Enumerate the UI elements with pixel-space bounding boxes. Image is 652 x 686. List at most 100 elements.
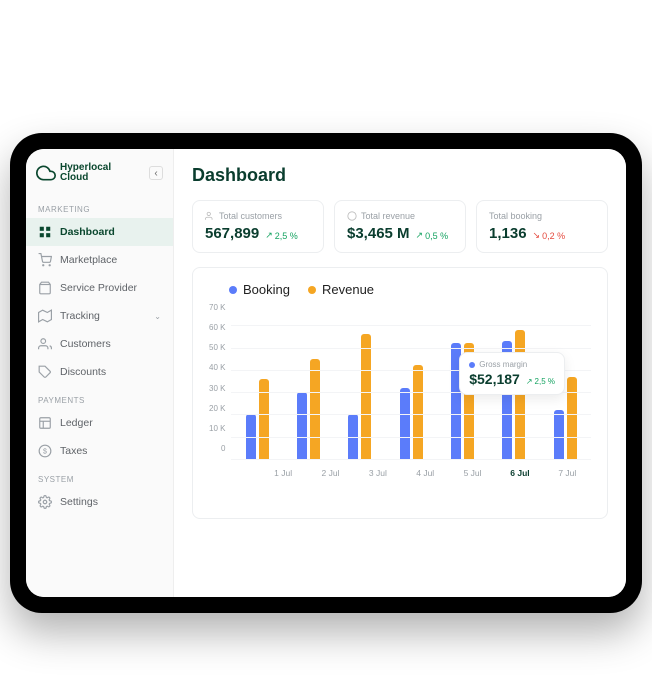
y-tick: 30 K xyxy=(209,384,225,393)
legend-booking[interactable]: Booking xyxy=(229,282,290,297)
stat-total-revenue[interactable]: Total revenue $3,465 M ↗ 0,5 % xyxy=(334,200,466,253)
tooltip-value: $52,187 xyxy=(469,371,520,387)
y-tick: 0 xyxy=(209,444,225,453)
x-tick: 5 Jul xyxy=(459,468,487,478)
sidebar-item-settings[interactable]: Settings xyxy=(26,488,173,516)
cart-icon xyxy=(38,253,52,267)
section-system: SYSTEM xyxy=(26,465,173,488)
svg-text:$: $ xyxy=(43,448,47,455)
stats-row: Total customers 567,899 ↗ 2,5 % Total re… xyxy=(192,200,608,253)
section-marketing: MARKETING xyxy=(26,195,173,218)
legend-revenue[interactable]: Revenue xyxy=(308,282,374,297)
nav-label: Marketplace xyxy=(60,254,117,266)
chart-legend: Booking Revenue xyxy=(229,282,591,297)
legend-label: Booking xyxy=(243,282,290,297)
trend-down-icon: ↘ 0,2 % xyxy=(533,230,566,241)
x-tick: 6 Jul xyxy=(506,468,534,478)
stat-value: 1,136 xyxy=(489,225,527,242)
y-tick: 20 K xyxy=(209,404,225,413)
users-icon xyxy=(205,211,215,221)
trend-text: 2,5 % xyxy=(275,231,298,241)
legend-label: Revenue xyxy=(322,282,374,297)
stat-value: $3,465 M xyxy=(347,225,410,242)
y-tick: 60 K xyxy=(209,323,225,332)
chart-tooltip: Gross margin $52,187 ↗ 2,5 % xyxy=(459,352,565,395)
page-title: Dashboard xyxy=(192,165,608,186)
tooltip-label-text: Gross margin xyxy=(479,360,527,369)
nav-label: Settings xyxy=(60,496,98,508)
bar-group[interactable] xyxy=(346,303,374,459)
bar[interactable] xyxy=(297,392,307,459)
dollar-icon xyxy=(347,211,357,221)
dot-icon xyxy=(469,362,475,368)
bar[interactable] xyxy=(554,410,564,459)
y-tick: 40 K xyxy=(209,363,225,372)
brand-logo-icon xyxy=(36,163,56,183)
y-tick: 10 K xyxy=(209,424,225,433)
stat-label: Total customers xyxy=(205,211,311,221)
trend-up-icon: ↗ 2,5 % xyxy=(265,230,298,241)
collapse-sidebar-button[interactable]: ‹ xyxy=(149,166,163,180)
trend-text: 0,2 % xyxy=(542,231,565,241)
sidebar-item-taxes[interactable]: $ Taxes xyxy=(26,437,173,465)
sidebar-item-service-provider[interactable]: Service Provider xyxy=(26,274,173,302)
chart-card: Booking Revenue 70 K60 K50 K40 K30 K20 K… xyxy=(192,267,608,519)
basket-icon xyxy=(38,281,52,295)
stat-total-booking[interactable]: Total booking 1,136 ↘ 0,2 % xyxy=(476,200,608,253)
sidebar-item-ledger[interactable]: Ledger xyxy=(26,409,173,437)
dashboard-icon xyxy=(38,225,52,239)
x-tick: 3 Jul xyxy=(364,468,392,478)
y-axis: 70 K60 K50 K40 K30 K20 K10 K0 xyxy=(209,303,231,453)
stat-total-customers[interactable]: Total customers 567,899 ↗ 2,5 % xyxy=(192,200,324,253)
section-payments: PAYMENTS xyxy=(26,386,173,409)
nav-label: Tracking xyxy=(60,310,100,322)
stat-label: Total booking xyxy=(489,211,595,221)
bar[interactable] xyxy=(259,379,269,459)
bar[interactable] xyxy=(400,388,410,459)
trend-text: 0,5 % xyxy=(425,231,448,241)
stat-label: Total revenue xyxy=(347,211,453,221)
stat-label-text: Total booking xyxy=(489,211,542,221)
map-icon xyxy=(38,309,52,323)
stat-label-text: Total customers xyxy=(219,211,282,221)
stat-label-text: Total revenue xyxy=(361,211,415,221)
tooltip-label: Gross margin xyxy=(469,360,555,369)
chevron-down-icon: ⌄ xyxy=(154,312,161,321)
users-icon xyxy=(38,337,52,351)
stat-value: 567,899 xyxy=(205,225,259,242)
x-tick: 4 Jul xyxy=(411,468,439,478)
bar[interactable] xyxy=(310,359,320,459)
sidebar: Hyperlocal Cloud ‹ MARKETING Dashboard M… xyxy=(26,149,174,597)
trend-up-icon: ↗ 2,5 % xyxy=(526,377,555,386)
sidebar-item-discounts[interactable]: Discounts xyxy=(26,358,173,386)
sidebar-item-dashboard[interactable]: Dashboard xyxy=(26,218,173,246)
nav-label: Service Provider xyxy=(60,282,137,294)
dollar-icon: $ xyxy=(38,444,52,458)
bar-group[interactable] xyxy=(295,303,323,459)
tag-icon xyxy=(38,365,52,379)
bar[interactable] xyxy=(413,365,423,459)
sidebar-item-customers[interactable]: Customers xyxy=(26,330,173,358)
main-content: Dashboard Total customers 567,899 ↗ 2,5 … xyxy=(174,149,626,597)
bar-group[interactable] xyxy=(243,303,271,459)
sidebar-item-marketplace[interactable]: Marketplace xyxy=(26,246,173,274)
dot-icon xyxy=(229,286,237,294)
nav-label: Customers xyxy=(60,338,111,350)
x-tick: 1 Jul xyxy=(269,468,297,478)
bar[interactable] xyxy=(567,377,577,459)
nav-label: Ledger xyxy=(60,417,93,429)
tablet-frame: Hyperlocal Cloud ‹ MARKETING Dashboard M… xyxy=(10,133,642,613)
x-axis: 1 Jul 2 Jul 3 Jul 4 Jul 5 Jul 6 Jul 7 Jul xyxy=(259,468,591,478)
screen: Hyperlocal Cloud ‹ MARKETING Dashboard M… xyxy=(26,149,626,597)
sidebar-item-tracking[interactable]: Tracking ⌄ xyxy=(26,302,173,330)
bar[interactable] xyxy=(361,334,371,459)
trend-up-icon: ↗ 0,5 % xyxy=(416,230,449,241)
bar-group[interactable] xyxy=(397,303,425,459)
nav-label: Taxes xyxy=(60,445,87,457)
nav-label: Discounts xyxy=(60,366,106,378)
brand-name: Hyperlocal Cloud xyxy=(60,163,111,183)
x-tick: 7 Jul xyxy=(553,468,581,478)
dot-icon xyxy=(308,286,316,294)
nav-label: Dashboard xyxy=(60,226,115,238)
x-tick: 2 Jul xyxy=(317,468,345,478)
